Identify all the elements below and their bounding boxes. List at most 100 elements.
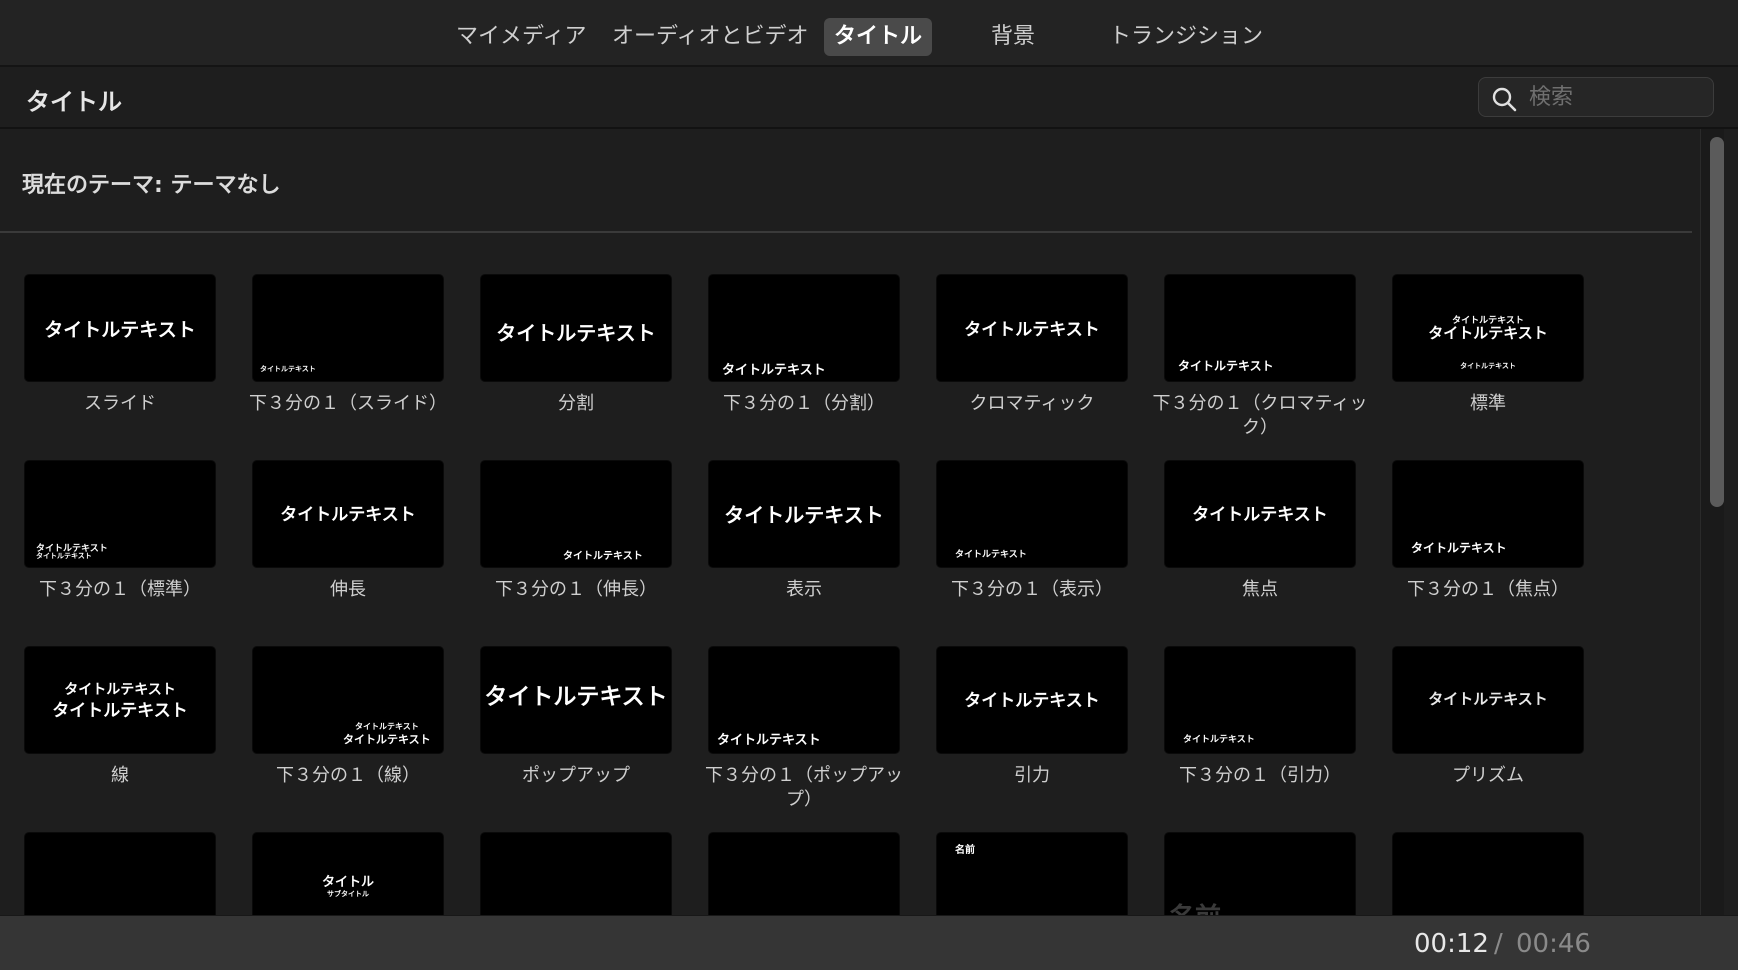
title-tile[interactable]: 名前 — [1164, 832, 1356, 915]
title-thumbnail[interactable]: タイトルテキスト — [936, 274, 1128, 382]
title-tile-label: プリズム — [1452, 765, 1524, 786]
thumbnail-text: 名前 — [1169, 897, 1221, 915]
title-thumbnail[interactable] — [708, 832, 900, 915]
title-tile[interactable] — [1392, 832, 1584, 915]
tab-my-media[interactable]: マイメディア — [446, 18, 596, 56]
title-tile-label: 下３分の１（線） — [276, 765, 420, 786]
total-duration: 00:46 — [1516, 929, 1591, 959]
title-tile[interactable] — [24, 832, 216, 915]
title-thumbnail[interactable]: タイトルテキスト — [1392, 460, 1584, 568]
title-tile-lower-third-standard[interactable]: タイトルテキスト タイトルテキスト 下３分の１（標準） — [24, 460, 216, 602]
timecode-bar: 00:12 / 00:46 — [0, 915, 1738, 970]
thumbnail-text: タイトルテキスト — [563, 551, 643, 562]
thumbnail-text: タイトルテキスト — [496, 321, 656, 345]
tab-audio-video[interactable]: オーディオとビデオ — [602, 18, 818, 56]
title-tile-chromatic[interactable]: タイトルテキスト クロマティック — [936, 274, 1128, 416]
title-tile-label: 線 — [111, 765, 129, 786]
title-thumbnail[interactable]: タイトルテキスト — [708, 274, 900, 382]
title-thumbnail[interactable]: タイトルテキスト — [1392, 646, 1584, 754]
thumbnail-text: タイトルテキスト — [44, 319, 196, 341]
title-tile-focus[interactable]: タイトルテキスト 焦点 — [1164, 460, 1356, 602]
title-thumbnail[interactable] — [24, 832, 216, 915]
title-thumbnail[interactable]: タイトルテキスト タイトルテキスト — [252, 646, 444, 754]
thumbnail-text: タイトルテキスト — [1178, 359, 1274, 373]
title-tile[interactable]: タイトル サブタイトル — [252, 832, 444, 915]
title-tile-label: 下３分の１（表示） — [951, 579, 1113, 600]
thumbnail-text: タイトルテキスト — [722, 363, 826, 378]
title-tile[interactable] — [708, 832, 900, 915]
title-tile-prism[interactable]: タイトルテキスト プリズム — [1392, 646, 1584, 788]
thumbnail-text: タイトルテキスト — [1183, 735, 1255, 745]
title-tile-label: 焦点 — [1242, 579, 1278, 600]
title-tile[interactable]: 名前 — [936, 832, 1128, 915]
title-tile-lower-third-stretch[interactable]: タイトルテキスト 下３分の１（伸長） — [480, 460, 672, 602]
thumbnail-text: タイトルテキスト — [1192, 505, 1328, 525]
title-thumbnail[interactable]: タイトルテキスト — [480, 646, 672, 754]
title-thumbnail[interactable]: タイトルテキスト — [480, 460, 672, 568]
title-thumbnail[interactable]: タイトルテキスト — [936, 646, 1128, 754]
thumbnail-text: タイトルテキスト — [717, 733, 821, 748]
title-tile-standard[interactable]: タイトルテキスト タイトルテキスト タイトルテキスト 標準 — [1392, 274, 1584, 416]
title-thumbnail[interactable]: タイトルテキスト — [252, 274, 444, 382]
title-tile-label: 標準 — [1470, 393, 1506, 414]
title-thumbnail[interactable]: タイトルテキスト — [936, 460, 1128, 568]
title-thumbnail[interactable] — [480, 832, 672, 915]
title-thumbnail[interactable]: タイトルテキスト — [708, 646, 900, 754]
time-separator: / — [1494, 929, 1503, 959]
title-tile-lower-third-gravity[interactable]: タイトルテキスト 下３分の１（引力） — [1164, 646, 1356, 788]
title-tile-label: スライド — [84, 393, 156, 414]
title-thumbnail[interactable]: タイトルテキスト — [480, 274, 672, 382]
thumbnail-text: タイトルテキスト — [955, 550, 1027, 560]
title-thumbnail[interactable]: タイトルテキスト タイトルテキスト — [24, 646, 216, 754]
title-thumbnail[interactable] — [1392, 832, 1584, 915]
title-thumbnail[interactable]: 名前 — [1164, 832, 1356, 915]
title-tile-lower-third-line[interactable]: タイトルテキスト タイトルテキスト 下３分の１（線） — [252, 646, 444, 788]
tab-transitions[interactable]: トランジション — [1099, 18, 1273, 56]
title-thumbnail[interactable]: タイトルテキスト — [252, 460, 444, 568]
search-box[interactable] — [1478, 77, 1714, 117]
title-tile-line[interactable]: タイトルテキスト タイトルテキスト 線 — [24, 646, 216, 788]
thumbnail-text: タイトルテキスト — [484, 684, 668, 710]
title-tile-popup[interactable]: タイトルテキスト ポップアップ — [480, 646, 672, 788]
thumbnail-text: タイトルテキスト — [964, 320, 1100, 340]
title-tile-label: 下３分の１（ポップアップ） — [705, 765, 903, 810]
title-tile-label: 下３分の１（引力） — [1179, 765, 1341, 786]
title-thumbnail[interactable]: タイトルテキスト — [1164, 460, 1356, 568]
current-theme-label: 現在のテーマ: テーマなし — [22, 173, 281, 198]
title-tile-label: 伸長 — [330, 579, 366, 600]
title-thumbnail[interactable]: タイトルテキスト — [1164, 274, 1356, 382]
section-header: タイトル — [0, 67, 1738, 129]
title-thumbnail[interactable]: タイトルテキスト — [708, 460, 900, 568]
title-tile-label: 分割 — [558, 393, 594, 414]
title-thumbnail[interactable]: タイトルテキスト — [1164, 646, 1356, 754]
title-tile-lower-third-slide[interactable]: タイトルテキスト 下３分の１（スライド） — [249, 274, 447, 416]
title-tile-label: 下３分の１（焦点） — [1407, 579, 1569, 600]
thumbnail-text: タイトルテキスト — [280, 505, 416, 525]
title-tile[interactable] — [480, 832, 672, 915]
title-thumbnail[interactable]: タイトルテキスト — [24, 274, 216, 382]
title-tile-label: 下３分の１（分割） — [723, 393, 885, 414]
title-tile-lower-third-popup[interactable]: タイトルテキスト 下３分の１（ポップアップ） — [705, 646, 903, 812]
scrollbar-thumb[interactable] — [1710, 137, 1724, 507]
title-tile-reveal[interactable]: タイトルテキスト 表示 — [708, 460, 900, 602]
title-tile-label: 表示 — [786, 579, 822, 600]
title-tile-gravity[interactable]: タイトルテキスト 引力 — [936, 646, 1128, 788]
divider — [0, 231, 1692, 233]
thumbnail-text: タイトルテキスト — [52, 701, 188, 721]
title-tile-slide[interactable]: タイトルテキスト スライド — [24, 274, 216, 416]
title-tile-lower-third-reveal[interactable]: タイトルテキスト 下３分の１（表示） — [936, 460, 1128, 602]
title-tile-lower-third-focus[interactable]: タイトルテキスト 下３分の１（焦点） — [1392, 460, 1584, 602]
title-tile-stretch[interactable]: タイトルテキスト 伸長 — [252, 460, 444, 602]
title-thumbnail[interactable]: タイトルテキスト タイトルテキスト — [24, 460, 216, 568]
section-title: タイトル — [26, 88, 122, 116]
search-input[interactable] — [1529, 82, 1705, 112]
title-tile-lower-third-split[interactable]: タイトルテキスト 下３分の１（分割） — [708, 274, 900, 416]
tab-titles[interactable]: タイトル — [824, 18, 933, 56]
title-tile-split[interactable]: タイトルテキスト 分割 — [480, 274, 672, 416]
title-tile-label: 下３分の１（標準） — [39, 579, 201, 600]
tab-backgrounds[interactable]: 背景 — [981, 18, 1045, 56]
title-thumbnail[interactable]: 名前 — [936, 832, 1128, 915]
title-tile-lower-third-chromatic[interactable]: タイトルテキスト 下３分の１（クロマティック） — [1153, 274, 1367, 440]
title-thumbnail[interactable]: タイトル サブタイトル — [252, 832, 444, 915]
title-thumbnail[interactable]: タイトルテキスト タイトルテキスト タイトルテキスト — [1392, 274, 1584, 382]
